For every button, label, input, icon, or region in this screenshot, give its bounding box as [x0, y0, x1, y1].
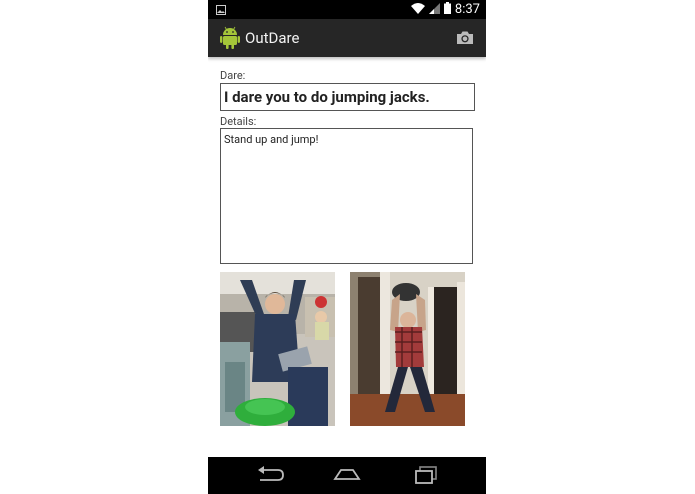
details-field[interactable]: Stand up and jump! — [220, 128, 473, 264]
back-icon[interactable] — [256, 465, 284, 489]
android-logo-icon[interactable] — [220, 26, 240, 54]
recents-icon[interactable] — [412, 465, 440, 489]
action-bar: OutDare — [208, 19, 486, 57]
image-icon — [216, 4, 226, 18]
dare-label: Dare: — [220, 69, 246, 82]
dare-form: Dare: I dare you to do jumping jacks. De… — [220, 57, 475, 264]
home-icon[interactable] — [333, 465, 361, 489]
battery-icon — [443, 2, 451, 17]
camera-icon[interactable] — [456, 30, 474, 49]
navigation-bar — [208, 457, 486, 494]
dare-field[interactable]: I dare you to do jumping jacks. — [220, 83, 475, 111]
app-title: OutDare — [245, 29, 300, 47]
photo-gallery — [220, 272, 474, 426]
phone-screen: 8:37 OutDare Dare: I dare you to do jump… — [208, 0, 486, 494]
photo-man-raising-arms[interactable] — [220, 272, 335, 426]
signal-icon — [428, 2, 440, 17]
details-label: Details: — [220, 115, 257, 128]
clock: 8:37 — [454, 2, 480, 17]
photo-man-jumping[interactable] — [350, 272, 465, 426]
status-bar: 8:37 — [208, 0, 486, 19]
wifi-icon — [410, 2, 425, 17]
